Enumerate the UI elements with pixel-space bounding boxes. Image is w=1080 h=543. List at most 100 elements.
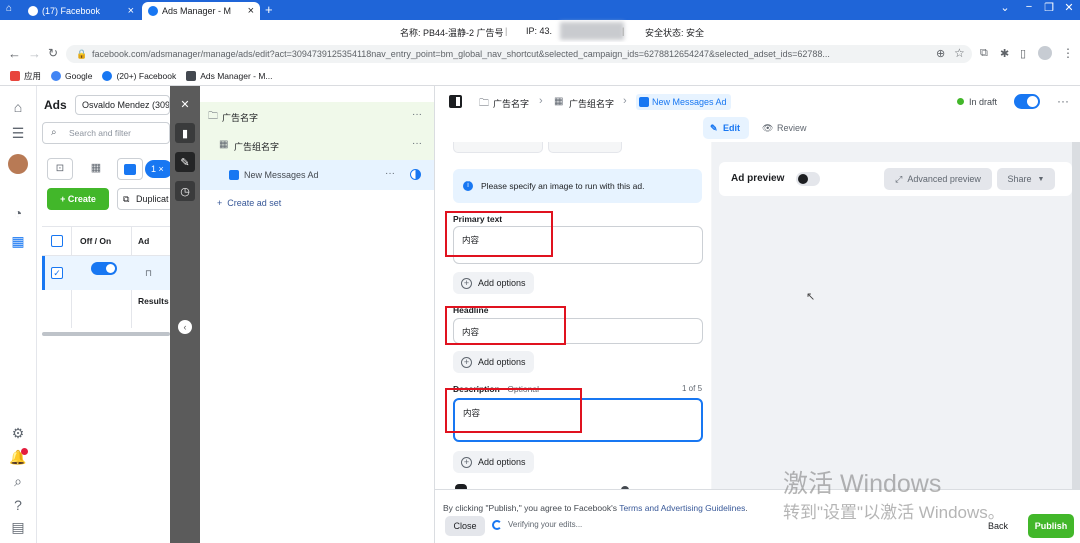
plus-icon: + bbox=[60, 194, 68, 204]
clock-icon[interactable]: ◷ bbox=[175, 181, 195, 201]
avatar[interactable] bbox=[8, 154, 28, 174]
bookmark-apps[interactable]: 应用 bbox=[10, 70, 41, 82]
maximize-icon[interactable]: ❐ bbox=[1039, 1, 1059, 14]
toggle-knob bbox=[1027, 96, 1038, 107]
bookmark-ads-manager[interactable]: Ads Manager - M... bbox=[186, 70, 273, 81]
more-options-icon[interactable]: ··· bbox=[412, 138, 422, 149]
eye-icon: 👁 bbox=[762, 123, 774, 133]
zoom-icon[interactable]: ⊕ bbox=[936, 47, 945, 60]
ads-panel: Ads Osvaldo Mendez (309 ⌕ Search and fil… bbox=[37, 86, 173, 543]
tab-review-label: Review bbox=[777, 123, 807, 133]
gear-icon[interactable]: ⚙ bbox=[9, 424, 27, 442]
tree-item-campaign[interactable]: 🗀 广告名字 ··· bbox=[200, 102, 434, 132]
bookmark-facebook[interactable]: (20+) Facebook bbox=[102, 70, 176, 81]
more-options-icon[interactable]: ··· bbox=[412, 109, 422, 120]
create-adset-link[interactable]: + Create ad set bbox=[217, 198, 281, 208]
breadcrumb-adset[interactable]: 广告组名字 bbox=[569, 97, 614, 110]
caret-down-icon: ▼ bbox=[1037, 175, 1045, 183]
account-selector[interactable]: Osvaldo Mendez (309 bbox=[75, 95, 170, 115]
bookmark-google[interactable]: Google bbox=[51, 70, 92, 81]
create-label: Create bbox=[67, 194, 96, 204]
column-header-ad: Ad bbox=[138, 236, 150, 246]
apps-grid-icon bbox=[10, 70, 20, 81]
minimize-icon[interactable]: − bbox=[1019, 1, 1039, 13]
add-options-button[interactable]: + Add options bbox=[453, 272, 534, 294]
breadcrumb-campaign[interactable]: 广告名字 bbox=[493, 97, 529, 110]
sidebar-icon[interactable]: ▯ bbox=[1020, 47, 1026, 60]
add-options-button[interactable]: + Add options bbox=[453, 451, 534, 473]
window-close-icon[interactable]: ✕ bbox=[1059, 1, 1079, 14]
select-all-checkbox[interactable] bbox=[51, 235, 63, 247]
close-editor-icon[interactable]: ✕ bbox=[175, 94, 195, 114]
more-options-icon[interactable]: ··· bbox=[1057, 94, 1069, 108]
results-header: Results bbox=[138, 296, 169, 306]
ad-editor-form: i Please specify an image to run with th… bbox=[435, 142, 720, 489]
media-button-partial[interactable] bbox=[548, 142, 622, 153]
tab-ads-manager[interactable]: Ads Manager - M × bbox=[142, 2, 260, 20]
tab-close-icon[interactable]: × bbox=[128, 5, 134, 17]
panel-toggle-icon[interactable] bbox=[449, 95, 462, 108]
facebook-icon bbox=[102, 70, 113, 81]
more-menu-icon[interactable]: ⋮ bbox=[1062, 46, 1074, 60]
horizontal-scrollbar[interactable] bbox=[42, 332, 170, 336]
tab-edit[interactable]: ✎ Edit bbox=[703, 117, 749, 139]
tab-facebook[interactable]: (17) Facebook × bbox=[22, 2, 140, 20]
ad-name: New Messages Ad bbox=[244, 170, 319, 180]
preview-header: Ad preview ⤢ Advanced preview Share ▼ bbox=[719, 162, 1072, 196]
table-header: Off / On Ad bbox=[42, 226, 170, 257]
report-icon[interactable]: ▤ bbox=[9, 518, 27, 536]
chart-icon[interactable]: ▮ bbox=[175, 123, 195, 143]
table-row[interactable]: ✓ ⊓ bbox=[42, 256, 170, 290]
tab-search-chevron-icon[interactable]: ⌄ bbox=[995, 1, 1015, 14]
duplicate-button[interactable]: ⧉ Duplicat bbox=[117, 188, 173, 210]
search-input[interactable]: ⌕ Search and filter bbox=[42, 122, 170, 144]
advanced-preview-button[interactable]: ⤢ Advanced preview bbox=[884, 168, 992, 190]
preview-scrollbar[interactable] bbox=[1072, 142, 1080, 489]
tree-item-adset[interactable]: ▦ 广告组名字 ··· bbox=[200, 132, 434, 160]
selected-count-chip[interactable]: 1 × bbox=[145, 160, 173, 178]
hamburger-menu-icon[interactable]: ☰ bbox=[9, 124, 27, 142]
preview-toggle[interactable] bbox=[796, 172, 820, 186]
tab-search-icon[interactable]: ⌂ bbox=[6, 3, 12, 14]
more-options-icon[interactable]: ··· bbox=[385, 168, 395, 179]
toggle-knob bbox=[106, 264, 115, 273]
gauge-icon[interactable]: ◔ bbox=[9, 204, 27, 222]
table-icon[interactable]: ▦ bbox=[9, 232, 27, 250]
search-icon[interactable]: ⌕ bbox=[9, 472, 27, 490]
share-button[interactable]: Share ▼ bbox=[997, 168, 1055, 190]
add-options-button[interactable]: + Add options bbox=[453, 351, 534, 373]
ad-level-button[interactable] bbox=[117, 158, 143, 180]
back-arrow-icon[interactable]: ← bbox=[8, 46, 21, 61]
create-button[interactable]: + Create bbox=[47, 188, 109, 210]
bookmark-star-icon[interactable]: ☆ bbox=[954, 46, 965, 60]
row-checkbox[interactable]: ✓ bbox=[51, 267, 63, 279]
tree-item-ad[interactable]: New Messages Ad ··· bbox=[200, 160, 434, 190]
terms-link[interactable]: Terms and Advertising Guidelines bbox=[619, 503, 745, 513]
add-options-label: Add options bbox=[478, 357, 526, 367]
publish-button[interactable]: Publish bbox=[1028, 514, 1074, 538]
profile-avatar-icon[interactable] bbox=[1038, 46, 1052, 60]
terms-suffix: . bbox=[745, 503, 748, 513]
campaign-folder-icon[interactable]: ⊡ bbox=[47, 158, 73, 180]
collapse-chevron-icon[interactable]: ‹ bbox=[178, 320, 192, 334]
tab-close-icon[interactable]: × bbox=[248, 5, 254, 17]
draft-status-dot bbox=[957, 98, 964, 105]
tab-review[interactable]: 👁 Review bbox=[757, 117, 813, 139]
ad-enable-toggle[interactable] bbox=[1014, 94, 1040, 109]
forward-arrow-icon[interactable]: → bbox=[28, 46, 41, 61]
extension-icon[interactable]: ⧉ bbox=[980, 47, 988, 60]
address-bar[interactable]: 🔒 facebook.com/adsmanager/manage/ads/edi… bbox=[66, 45, 972, 63]
help-icon[interactable]: ? bbox=[9, 496, 27, 514]
adset-grid-icon[interactable]: ▦ bbox=[83, 158, 109, 180]
breadcrumb-ad[interactable]: New Messages Ad bbox=[636, 94, 731, 110]
offon-toggle[interactable] bbox=[91, 262, 117, 275]
close-button[interactable]: Close bbox=[445, 516, 485, 536]
pencil-icon[interactable]: ✎ bbox=[175, 152, 195, 172]
puzzle-icon[interactable]: ✱ bbox=[1000, 47, 1009, 60]
adset-grid-icon: ▦ bbox=[219, 139, 229, 150]
media-button-partial[interactable] bbox=[453, 142, 543, 153]
reload-icon[interactable]: ↻ bbox=[48, 46, 58, 60]
new-tab-button[interactable]: + bbox=[265, 2, 273, 17]
home-icon[interactable]: ⌂ bbox=[9, 98, 27, 116]
ip-redaction bbox=[560, 22, 624, 40]
